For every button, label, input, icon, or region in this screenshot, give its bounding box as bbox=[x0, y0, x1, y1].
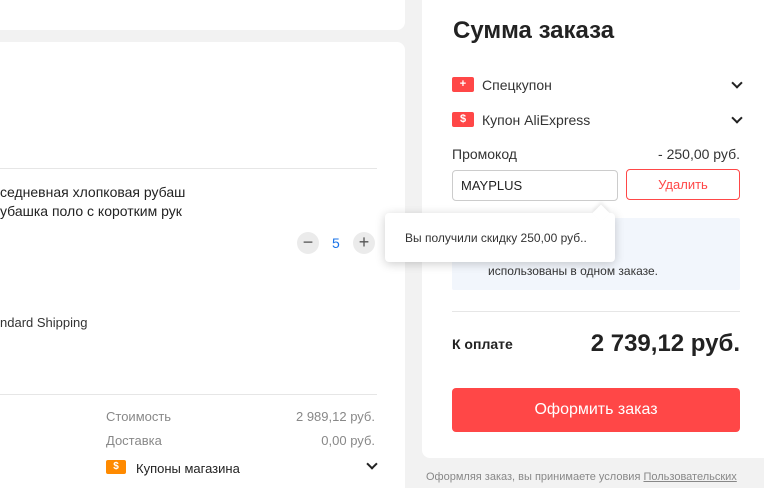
aliexpress-coupon-label[interactable]: Купон AliExpress bbox=[482, 112, 590, 128]
promo-discount-value: - 250,00 руб. bbox=[658, 146, 740, 162]
place-order-button[interactable]: Оформить заказ bbox=[452, 388, 740, 432]
cart-items-card: седневная хлопковая рубаш убашка поло с … bbox=[0, 42, 405, 488]
special-coupon-icon: + bbox=[452, 77, 474, 92]
store-coupon-icon: $ bbox=[106, 460, 126, 474]
delivery-label: Доставка bbox=[106, 433, 162, 448]
promo-code-input[interactable] bbox=[452, 170, 618, 201]
promo-code-label: Промокод bbox=[452, 146, 517, 162]
remove-promo-button[interactable]: Удалить bbox=[626, 169, 740, 200]
product-title-line-2[interactable]: убашка поло с коротким рук bbox=[0, 203, 182, 219]
cost-value: 2 989,12 руб. bbox=[295, 409, 375, 424]
pay-total: 2 739,12 руб. bbox=[590, 330, 740, 357]
info-line-3: использованы в одном заказе. bbox=[488, 264, 659, 278]
summary-title: Сумма заказа bbox=[453, 17, 615, 44]
store-coupons-label[interactable]: Купоны магазина bbox=[136, 461, 240, 476]
divider bbox=[452, 311, 740, 312]
terms-link[interactable]: Пользовательских bbox=[643, 471, 736, 483]
terms-notice: Оформляя заказ, вы принимаете условия По… bbox=[426, 471, 737, 483]
chevron-down-icon[interactable] bbox=[731, 77, 743, 89]
tooltip-text: Вы получили скидку 250,00 руб.. bbox=[405, 231, 587, 245]
terms-prefix: Оформляя заказ, вы принимаете условия bbox=[426, 471, 641, 483]
special-coupon-label[interactable]: Спецкупон bbox=[482, 77, 552, 93]
quantity-increase-button[interactable]: + bbox=[353, 232, 375, 254]
chevron-down-icon[interactable] bbox=[366, 458, 378, 470]
quantity-decrease-button[interactable]: − bbox=[297, 232, 319, 254]
quantity-value: 5 bbox=[332, 235, 340, 251]
delivery-value: 0,00 руб. bbox=[321, 433, 375, 448]
chevron-down-icon[interactable] bbox=[731, 112, 743, 124]
pay-label: К оплате bbox=[452, 336, 513, 352]
cost-label: Стоимость bbox=[106, 409, 172, 424]
shipping-method[interactable]: ndard Shipping bbox=[0, 315, 87, 330]
aliexpress-coupon-icon: $ bbox=[452, 112, 474, 127]
product-title-line-1[interactable]: седневная хлопковая рубаш bbox=[0, 184, 185, 200]
divider bbox=[0, 394, 377, 395]
divider bbox=[0, 168, 377, 169]
discount-tooltip: Вы получили скидку 250,00 руб.. bbox=[385, 204, 615, 262]
previous-section-card bbox=[0, 0, 405, 30]
